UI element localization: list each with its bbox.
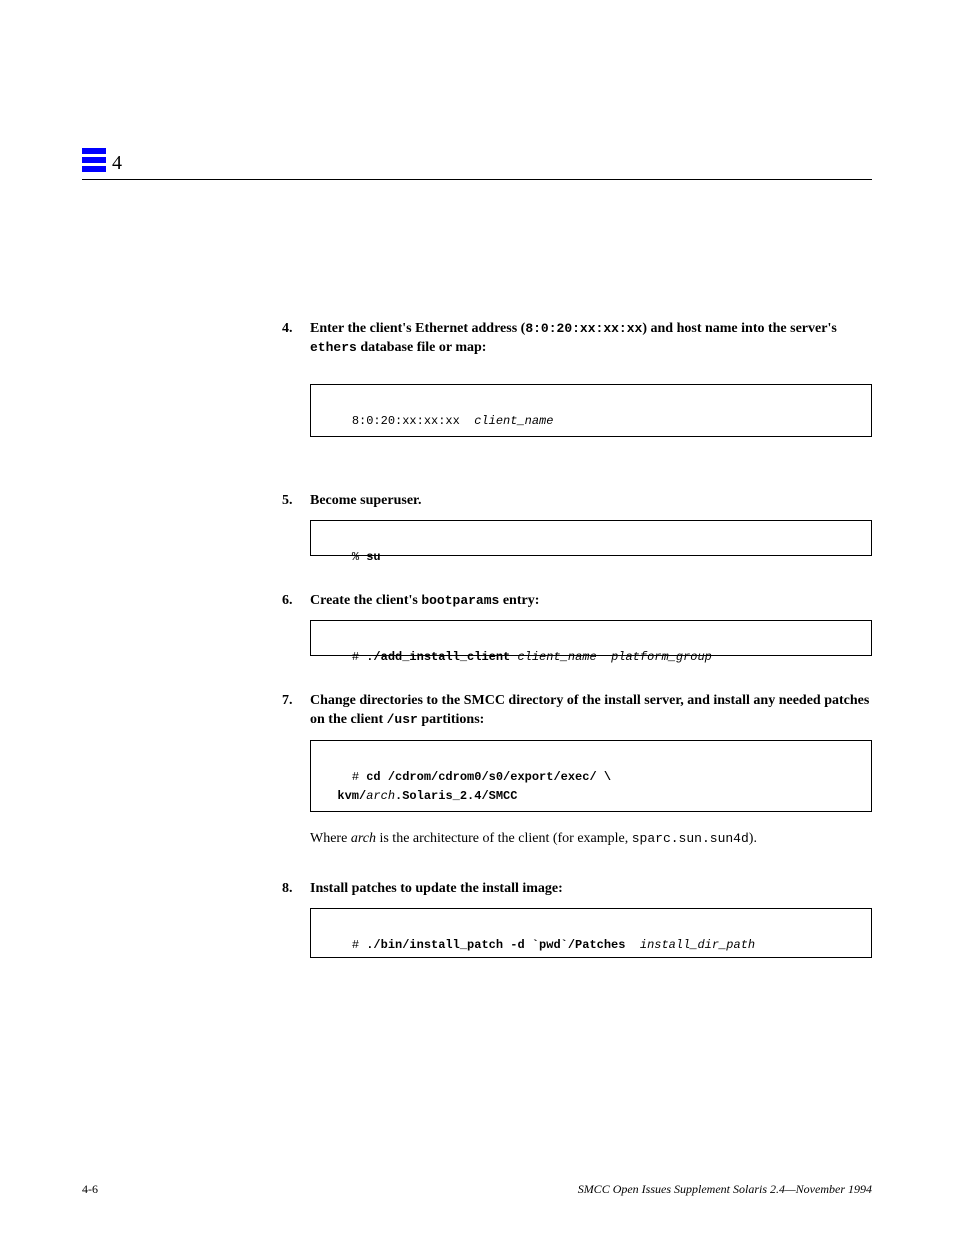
step-8-lead: Install patches to update the install im… bbox=[310, 881, 563, 896]
step-6-code: # ./add_install_client client_name platf… bbox=[352, 650, 712, 664]
step-4-lead-c: database file or map: bbox=[357, 340, 487, 355]
chapter-bars-icon bbox=[82, 148, 106, 172]
step-6-codebox: # ./add_install_client client_name platf… bbox=[310, 620, 872, 656]
step-4-number: 4. bbox=[282, 320, 293, 339]
step-7-tail-code: sparc.sun.sun4d bbox=[632, 831, 749, 846]
step-6-lead-b: entry: bbox=[499, 593, 539, 608]
step-7-code: # cd /cdrom/cdrom0/s0/export/exec/ \ kvm… bbox=[323, 770, 611, 803]
step-4-lead-a: Enter the client's Ethernet address ( bbox=[310, 321, 525, 336]
step-8-code: # ./bin/install_patch -d `pwd`/Patches i… bbox=[352, 938, 755, 952]
step-8-codebox: # ./bin/install_patch -d `pwd`/Patches i… bbox=[310, 908, 872, 958]
step-5-codebox: % su bbox=[310, 520, 872, 556]
step-4-code-b: ethers bbox=[310, 340, 357, 355]
step-5-code: % su bbox=[352, 550, 381, 564]
step-6-number: 6. bbox=[282, 592, 293, 611]
header-rule bbox=[82, 179, 872, 180]
step-7-tail-a: Where bbox=[310, 831, 351, 846]
step-7-tail-c: ). bbox=[749, 831, 757, 846]
step-4-code-a: 8:0:20:xx:xx:xx bbox=[525, 321, 642, 336]
step-7-tail-arch: arch bbox=[351, 831, 376, 846]
step-8-text: Install patches to update the install im… bbox=[310, 880, 870, 899]
step-6-code-a: bootparams bbox=[421, 593, 499, 608]
page-number: 4-6 bbox=[82, 1181, 98, 1197]
chapter-number: 4 bbox=[112, 150, 122, 177]
step-6-lead-a: Create the client's bbox=[310, 593, 421, 608]
step-7-codebox: # cd /cdrom/cdrom0/s0/export/exec/ \ kvm… bbox=[310, 740, 872, 812]
step-4-lead-b: ) and host name into the server's bbox=[642, 321, 836, 336]
step-7-lead-b: partitions: bbox=[418, 712, 485, 727]
step-7-tail-b: is the architecture of the client (for e… bbox=[376, 831, 632, 846]
step-7-code-a: /usr bbox=[387, 712, 418, 727]
step-7-text: Change directories to the SMCC directory… bbox=[310, 692, 870, 730]
step-5-text: Become superuser. bbox=[310, 492, 870, 511]
step-4-text: Enter the client's Ethernet address (8:0… bbox=[310, 320, 870, 358]
step-4-code: 8:0:20:xx:xx:xx client_name bbox=[352, 414, 554, 428]
step-5-lead: Become superuser. bbox=[310, 493, 421, 508]
step-7-number: 7. bbox=[282, 692, 293, 711]
step-4-codebox: 8:0:20:xx:xx:xx client_name bbox=[310, 384, 872, 437]
step-7-tail: Where arch is the architecture of the cl… bbox=[310, 830, 870, 849]
book-title: SMCC Open Issues Supplement Solaris 2.4—… bbox=[578, 1181, 872, 1197]
step-8-number: 8. bbox=[282, 880, 293, 899]
step-5-number: 5. bbox=[282, 492, 293, 511]
step-6-text: Create the client's bootparams entry: bbox=[310, 592, 870, 611]
